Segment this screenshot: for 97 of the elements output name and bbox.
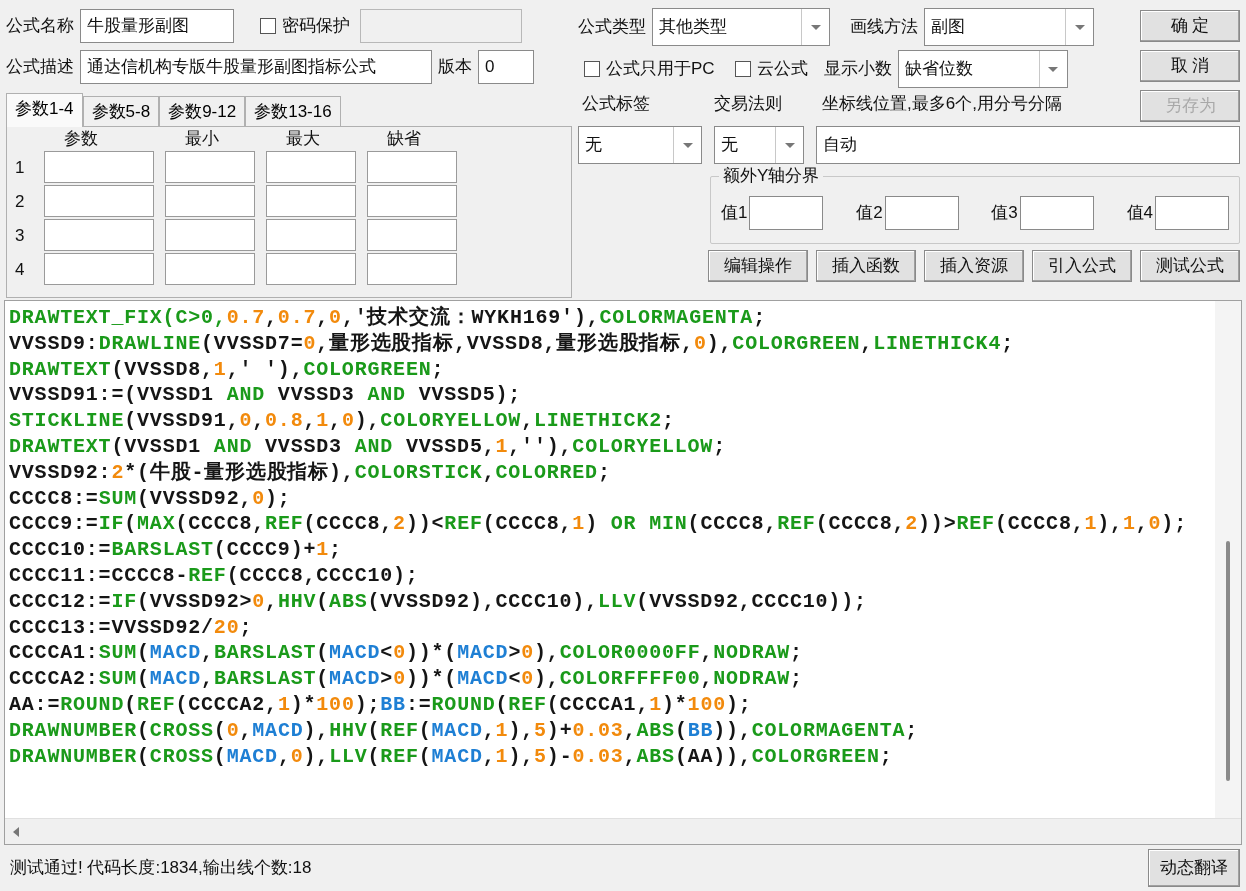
field-label: 公式类型: [578, 16, 646, 39]
status-text: 测试通过! 代码长度:1834,输出线个数:18: [10, 857, 312, 880]
row-number: 4: [15, 258, 26, 281]
button[interactable]: 取 消: [1140, 50, 1240, 82]
input-field[interactable]: [266, 219, 356, 252]
caret-icon: [682, 142, 693, 148]
input-field[interactable]: [367, 185, 457, 218]
row-number: 2: [15, 190, 26, 213]
input-field[interactable]: [165, 151, 255, 184]
button[interactable]: 测试公式: [1140, 250, 1240, 282]
input-field[interactable]: [165, 219, 255, 252]
button[interactable]: 插入资源: [924, 250, 1024, 282]
code-line: CCCC12:=IF(VVSSD92>0,HHV(ABS(VVSSD92),CCCC10),LLV(VVSSD92,CCCC10));: [9, 588, 867, 615]
field-label: 版本: [438, 56, 472, 79]
vertical-scrollbar[interactable]: [1215, 301, 1241, 818]
code-line: DRAWNUMBER(CROSS(MACD,0),LLV(REF(MACD,1),5)-0.03,ABS(AA)),COLORGREEN;: [9, 743, 893, 770]
dropdown[interactable]: 缺省位数: [897, 50, 1068, 88]
code-line: CCCC13:=VVSSD92/20;: [9, 614, 253, 641]
code-line: CCCC8:=SUM(VVSSD92,0);: [9, 485, 291, 512]
checkbox-label: 公式只用于PC: [606, 58, 715, 81]
field-label: 公式描述: [6, 56, 74, 79]
caret-icon: [1074, 24, 1085, 30]
dropdown[interactable]: 无: [714, 126, 804, 164]
input-field[interactable]: [44, 185, 154, 218]
input-field[interactable]: [44, 219, 154, 252]
field-label: 公式名称: [6, 15, 74, 38]
checkbox[interactable]: [260, 17, 276, 34]
code-line: CCCC10:=BARSLAST(CCCC9)+1;: [9, 537, 342, 563]
input-field[interactable]: 通达信机构专版牛股量形副图指标公式: [80, 49, 432, 84]
input-field[interactable]: [44, 151, 154, 184]
input-field[interactable]: [266, 151, 356, 184]
field-label: 值1: [721, 202, 748, 225]
tab[interactable]: 参数13-16: [245, 95, 341, 127]
translate-button[interactable]: 动态翻译: [1148, 849, 1240, 887]
code-line: VVSSD9:DRAWLINE(VVSSD7=0,量形选股指标,VVSSD8,量形选股指标,0),COLORGREEN,LINETHICK4;: [9, 330, 1014, 357]
code-line: CCCCA2:SUM(MACD,BARSLAST(MACD>0))*(MACD<0),COLORFFFF00,NODRAW;: [9, 666, 803, 692]
code-line: CCCC9:=IF(MAX(CCCC8,REF(CCCC8,2))<REF(CCCC8,1) OR MIN(CCCC8,REF(CCCC8,2))>REF(CCCC8,1),1,0);: [9, 511, 1187, 538]
field-label: 显示小数: [823, 58, 892, 81]
dropdown[interactable]: 其他类型: [652, 8, 830, 46]
field-label: 值2: [856, 202, 883, 225]
field-label: 公式标签: [581, 93, 651, 116]
checkbox-label: 云公式: [756, 58, 808, 81]
button[interactable]: 插入函数: [816, 250, 916, 282]
row-number: 1: [15, 156, 26, 179]
code-line: CCCC11:=CCCC8-REF(CCCC8,CCCC10);: [9, 562, 419, 589]
code-line: DRAWTEXT_FIX(C>0,0.7,0.7,0,'技术交流：WYKH169'),COLORMAGENTA;: [9, 305, 766, 331]
code-line: CCCCA1:SUM(MACD,BARSLAST(MACD<0))*(MACD>0),COLOR0000FF,NODRAW;: [9, 640, 803, 667]
horizontal-scrollbar[interactable]: [5, 818, 1241, 844]
caret-icon: [810, 24, 821, 30]
dropdown[interactable]: 无: [578, 126, 702, 164]
code-line: STICKLINE(VVSSD91,0,0.8,1,0),COLORYELLOW,LINETHICK2;: [9, 408, 675, 434]
code-line: DRAWTEXT(VVSSD8,1,' '),COLORGREEN;: [9, 356, 445, 383]
input-field[interactable]: [367, 151, 457, 184]
column-header: 参数: [63, 129, 99, 150]
field-label: 画线方法: [850, 16, 918, 39]
input-field[interactable]: [266, 185, 356, 218]
caret-icon: [1048, 66, 1059, 72]
caret-icon: [784, 142, 795, 148]
input-field[interactable]: [1155, 196, 1229, 230]
input-field[interactable]: [1019, 196, 1094, 230]
button[interactable]: 确 定: [1140, 10, 1240, 42]
field-label: 坐标线位置,最多6个,用分号分隔: [822, 93, 1062, 116]
field-label: 交易法则: [714, 93, 783, 116]
code-line: VVSSD92:2*(牛股-量形选股指标),COLORSTICK,COLORRED;: [9, 459, 611, 486]
column-header: 缺省: [386, 129, 422, 150]
button[interactable]: 引入公式: [1032, 250, 1132, 282]
column-header: 最小: [184, 129, 220, 150]
group-title: 额外Y轴分界: [719, 165, 824, 187]
tab[interactable]: 参数5-8: [82, 95, 160, 127]
input-field[interactable]: 自动: [816, 126, 1240, 164]
input-field[interactable]: [749, 196, 824, 230]
field-label: 值3: [991, 202, 1018, 225]
column-header: 最大: [285, 129, 321, 150]
input-field[interactable]: [367, 219, 457, 252]
field-label: 值4: [1126, 202, 1153, 225]
input-field[interactable]: [884, 196, 959, 230]
input-field[interactable]: [165, 253, 255, 286]
input-field[interactable]: [367, 253, 457, 286]
code-line: DRAWTEXT(VVSSD1 AND VVSSD3 AND VVSSD5,1,''),COLORYELLOW;: [9, 434, 726, 460]
button[interactable]: 编辑操作: [708, 250, 808, 282]
code-line: DRAWNUMBER(CROSS(0,MACD),HHV(REF(MACD,1),5)+0.03,ABS(BB)),COLORMAGENTA;: [9, 717, 919, 744]
input-field[interactable]: 0: [478, 49, 534, 84]
checkbox-label: 密码保护: [282, 15, 350, 38]
input-field[interactable]: [266, 253, 356, 286]
dropdown[interactable]: 副图: [924, 8, 1094, 46]
input-field[interactable]: [44, 253, 154, 286]
scroll-left-icon[interactable]: [13, 826, 19, 837]
checkbox[interactable]: [584, 61, 600, 77]
tab[interactable]: 参数9-12: [159, 95, 246, 127]
code-line: AA:=ROUND(REF(CCCCA2,1)*100);BB:=ROUND(REF(CCCCA1,1)*100);: [9, 691, 752, 718]
row-number: 3: [15, 224, 26, 247]
code-editor[interactable]: [4, 300, 1242, 845]
code-line: VVSSD91:=(VVSSD1 AND VVSSD3 AND VVSSD5);: [9, 382, 522, 409]
input-field[interactable]: [165, 185, 255, 218]
input-field[interactable]: 牛股量形副图: [80, 8, 234, 43]
tab[interactable]: 参数1-4: [6, 92, 83, 128]
checkbox[interactable]: [734, 61, 751, 77]
